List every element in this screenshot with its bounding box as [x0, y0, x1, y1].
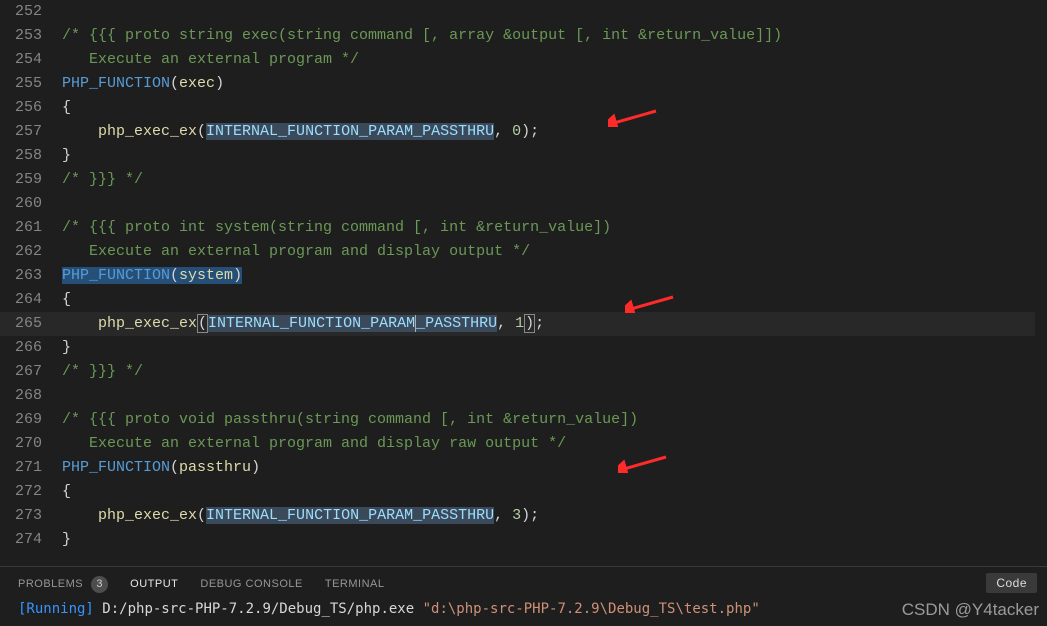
code-content: } — [62, 336, 1047, 360]
code-line[interactable]: 273 php_exec_ex(INTERNAL_FUNCTION_PARAM_… — [0, 504, 1047, 528]
code-content: PHP_FUNCTION(system) — [62, 264, 1047, 288]
code-line[interactable]: 266} — [0, 336, 1047, 360]
line-number: 270 — [0, 432, 62, 456]
code-line[interactable]: 269/* {{{ proto void passthru(string com… — [0, 408, 1047, 432]
line-number: 272 — [0, 480, 62, 504]
tab-output[interactable]: OUTPUT — [130, 578, 178, 590]
line-number: 269 — [0, 408, 62, 432]
output-channel-chip[interactable]: Code — [986, 573, 1037, 593]
code-line[interactable]: 261/* {{{ proto int system(string comman… — [0, 216, 1047, 240]
watermark: CSDN @Y4tacker — [902, 600, 1039, 620]
code-line[interactable]: 260 — [0, 192, 1047, 216]
code-content: Execute an external program */ — [62, 48, 1047, 72]
code-content: /* {{{ proto int system(string command [… — [62, 216, 1047, 240]
code-line[interactable]: 272{ — [0, 480, 1047, 504]
line-number: 262 — [0, 240, 62, 264]
code-content: } — [62, 528, 1047, 552]
running-tag: [Running] — [18, 601, 102, 617]
line-number: 263 — [0, 264, 62, 288]
code-editor[interactable]: 252253/* {{{ proto string exec(string co… — [0, 0, 1047, 566]
bottom-panel: PROBLEMS 3 OUTPUT DEBUG CONSOLE TERMINAL… — [0, 566, 1047, 626]
exe-path: D:/php-src-PHP-7.2.9/Debug_TS/php.exe — [102, 601, 422, 617]
code-content: /* }}} */ — [62, 360, 1047, 384]
panel-tabs: PROBLEMS 3 OUTPUT DEBUG CONSOLE TERMINAL… — [0, 567, 1047, 601]
code-content: /* {{{ proto void passthru(string comman… — [62, 408, 1047, 432]
minimap[interactable] — [1035, 0, 1047, 566]
line-number: 273 — [0, 504, 62, 528]
line-number: 274 — [0, 528, 62, 552]
line-number: 252 — [0, 0, 62, 24]
code-content: php_exec_ex(INTERNAL_FUNCTION_PARAM_PASS… — [62, 504, 1047, 528]
arrow-annotation-icon — [608, 107, 658, 127]
code-line[interactable]: 264{ — [0, 288, 1047, 312]
problems-badge: 3 — [91, 576, 108, 593]
code-line[interactable]: 254 Execute an external program */ — [0, 48, 1047, 72]
line-number: 260 — [0, 192, 62, 216]
line-number: 258 — [0, 144, 62, 168]
code-content: php_exec_ex(INTERNAL_FUNCTION_PARAM_PASS… — [62, 120, 1047, 144]
code-line[interactable]: 256{ — [0, 96, 1047, 120]
line-number: 271 — [0, 456, 62, 480]
code-line[interactable]: 262 Execute an external program and disp… — [0, 240, 1047, 264]
code-content: /* {{{ proto string exec(string command … — [62, 24, 1047, 48]
tab-terminal[interactable]: TERMINAL — [325, 578, 385, 590]
code-content — [62, 384, 1047, 408]
line-number: 257 — [0, 120, 62, 144]
tab-problems-label: PROBLEMS — [18, 578, 83, 590]
code-line[interactable]: 265 php_exec_ex(INTERNAL_FUNCTION_PARAM_… — [0, 312, 1047, 336]
code-line[interactable]: 268 — [0, 384, 1047, 408]
code-line[interactable]: 271PHP_FUNCTION(passthru) — [0, 456, 1047, 480]
code-content: { — [62, 480, 1047, 504]
code-line[interactable]: 255PHP_FUNCTION(exec) — [0, 72, 1047, 96]
code-content: php_exec_ex(INTERNAL_FUNCTION_PARAM_PASS… — [62, 312, 1047, 336]
code-content: Execute an external program and display … — [62, 432, 1047, 456]
line-number: 255 — [0, 72, 62, 96]
code-line[interactable]: 253/* {{{ proto string exec(string comma… — [0, 24, 1047, 48]
code-line[interactable]: 252 — [0, 0, 1047, 24]
code-line[interactable]: 259/* }}} */ — [0, 168, 1047, 192]
line-number: 267 — [0, 360, 62, 384]
code-line[interactable]: 258} — [0, 144, 1047, 168]
tab-debug-console[interactable]: DEBUG CONSOLE — [200, 578, 302, 590]
line-number: 256 — [0, 96, 62, 120]
arrow-annotation-icon — [618, 453, 668, 473]
code-content: Execute an external program and display … — [62, 240, 1047, 264]
code-content: { — [62, 96, 1047, 120]
code-line[interactable]: 263PHP_FUNCTION(system) — [0, 264, 1047, 288]
line-number: 264 — [0, 288, 62, 312]
output-content[interactable]: [Running] D:/php-src-PHP-7.2.9/Debug_TS/… — [0, 601, 1047, 617]
code-content: PHP_FUNCTION(exec) — [62, 72, 1047, 96]
line-number: 259 — [0, 168, 62, 192]
code-line[interactable]: 270 Execute an external program and disp… — [0, 432, 1047, 456]
line-number: 253 — [0, 24, 62, 48]
script-arg: "d:\php-src-PHP-7.2.9\Debug_TS\test.php" — [423, 601, 760, 617]
arrow-annotation-icon — [625, 293, 675, 313]
code-content: PHP_FUNCTION(passthru) — [62, 456, 1047, 480]
code-content: { — [62, 288, 1047, 312]
code-line[interactable]: 267/* }}} */ — [0, 360, 1047, 384]
code-content — [62, 192, 1047, 216]
line-number: 266 — [0, 336, 62, 360]
tab-problems[interactable]: PROBLEMS 3 — [18, 576, 108, 593]
code-content: /* }}} */ — [62, 168, 1047, 192]
line-number: 265 — [0, 312, 62, 336]
code-line[interactable]: 274} — [0, 528, 1047, 552]
line-number: 261 — [0, 216, 62, 240]
code-content — [62, 0, 1047, 24]
line-number: 268 — [0, 384, 62, 408]
line-number: 254 — [0, 48, 62, 72]
code-content: } — [62, 144, 1047, 168]
code-line[interactable]: 257 php_exec_ex(INTERNAL_FUNCTION_PARAM_… — [0, 120, 1047, 144]
